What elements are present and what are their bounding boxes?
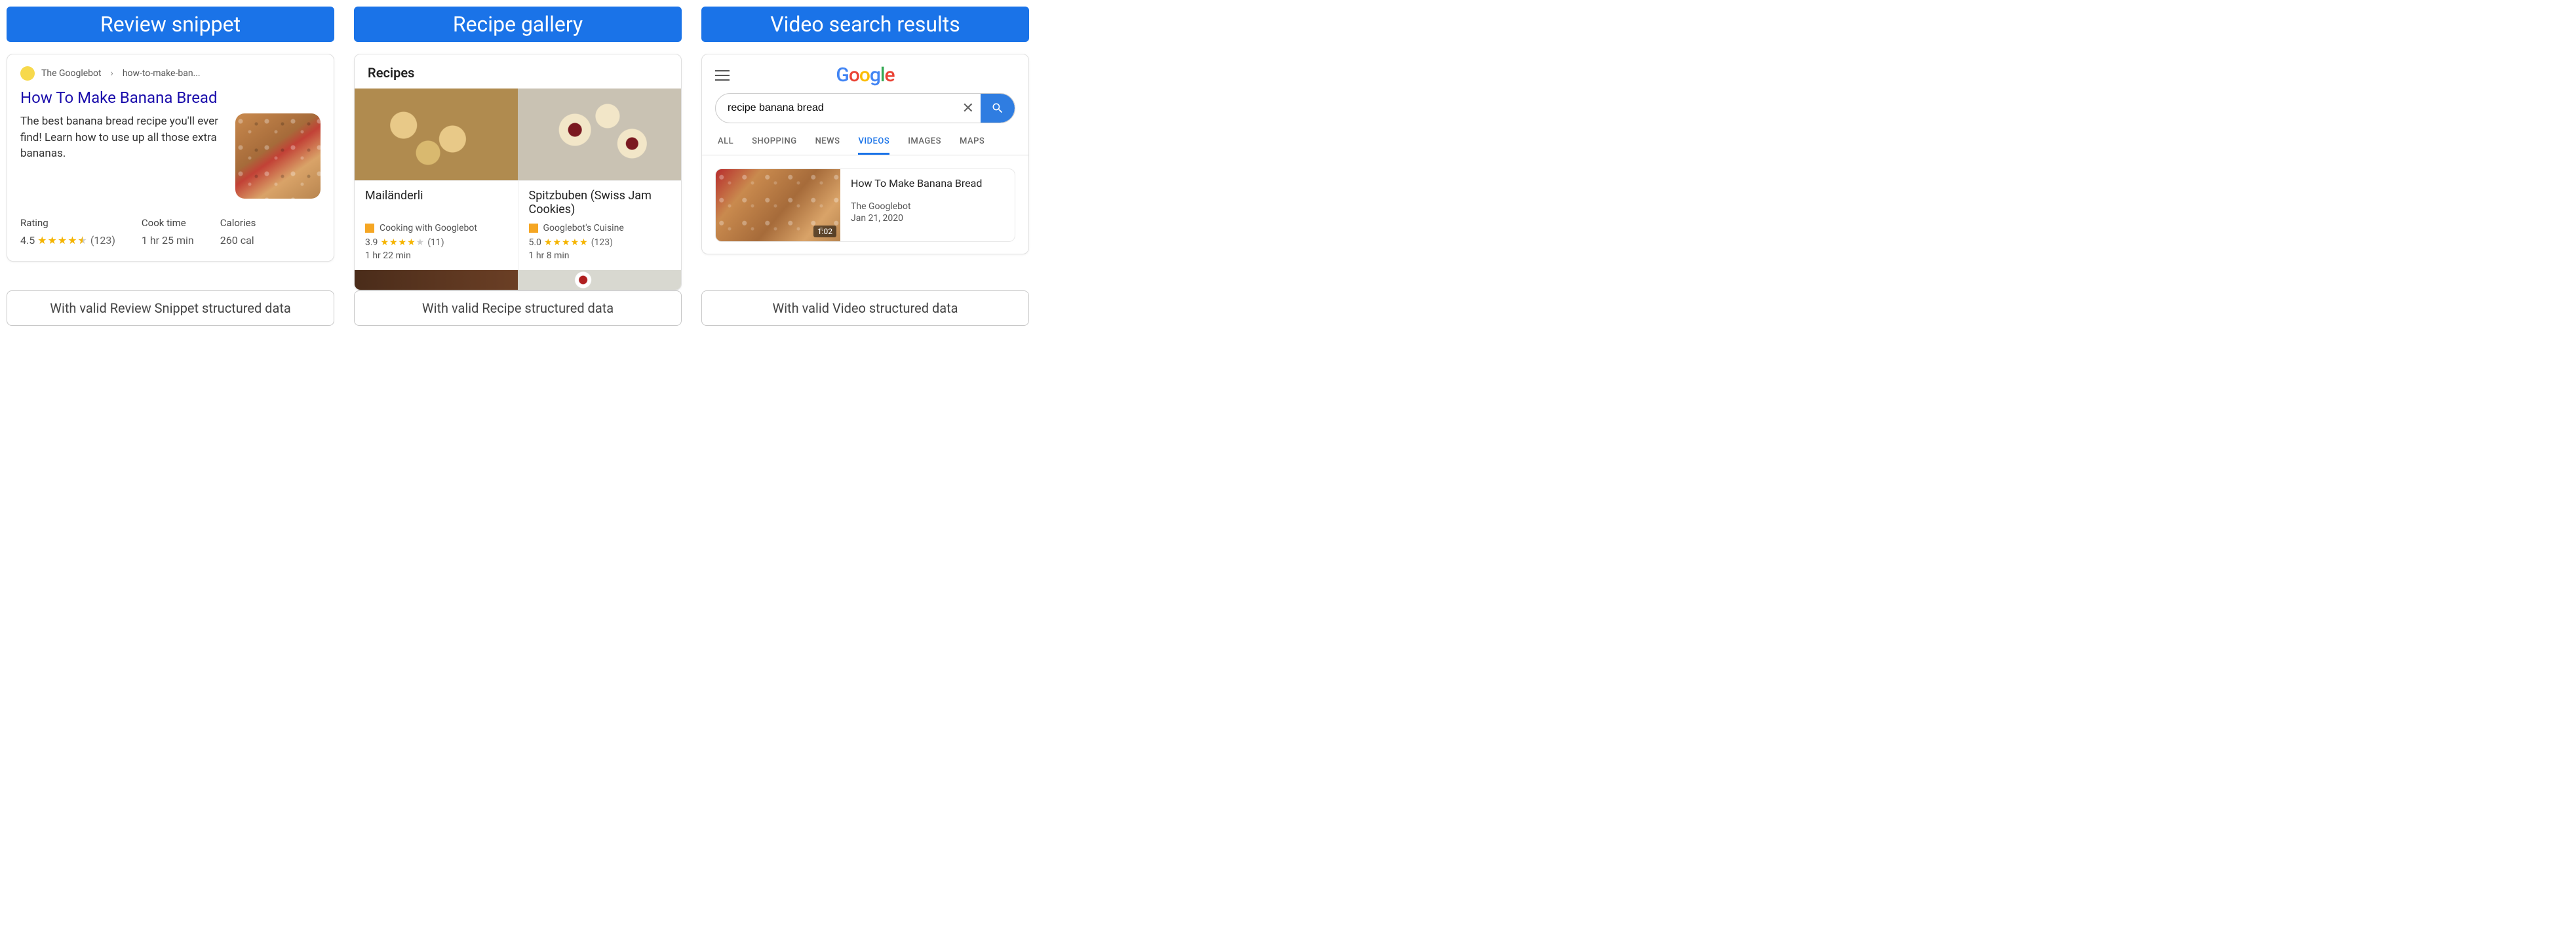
source-icon [529, 224, 538, 233]
rating-value: 4.5 ★★★★★ (123) [20, 234, 115, 247]
cooktime-label: Cook time [142, 217, 194, 229]
video-duration-badge: 1:02 [813, 226, 836, 237]
video-thumbnail: 1:02 [716, 169, 840, 241]
gallery-heading: Recipes [355, 54, 681, 89]
cooktime-value: 1 hr 25 min [142, 234, 194, 247]
search-icon [991, 102, 1004, 115]
tab-videos[interactable]: VIDEOS [858, 130, 889, 155]
video-banner: Video search results [701, 7, 1029, 42]
tab-maps[interactable]: MAPS [960, 130, 985, 155]
recipe-card-0[interactable]: Mailänderli Cooking with Googlebot 3.9 ★… [355, 180, 518, 270]
recipe-gallery-card: Recipes Mailänderli Cooking with Googleb… [354, 54, 682, 290]
video-footer-note: With valid Video structured data [701, 290, 1029, 326]
video-date: Jan 21, 2020 [851, 213, 1004, 224]
calories-value: 260 cal [220, 234, 256, 247]
search-button[interactable] [981, 94, 1015, 123]
clear-icon[interactable]: ✕ [956, 100, 981, 117]
tab-images[interactable]: IMAGES [908, 130, 941, 155]
search-tabs: ALL SHOPPING NEWS VIDEOS IMAGES MAPS [702, 130, 1028, 155]
review-snippet-column: Review snippet The Googlebot › how-to-ma… [7, 7, 334, 326]
recipe-gallery-column: Recipe gallery Recipes Mailänderli Cooki… [354, 7, 682, 326]
rating-label: Rating [20, 217, 115, 229]
gallery-peek-strip [355, 270, 681, 290]
site-favicon [20, 66, 35, 81]
gallery-row: Mailänderli Cooking with Googlebot 3.9 ★… [355, 180, 681, 270]
review-banner: Review snippet [7, 7, 334, 42]
review-snippet-card[interactable]: The Googlebot › how-to-make-ban... How T… [7, 54, 334, 262]
google-logo: Google [730, 64, 1001, 87]
tab-shopping[interactable]: SHOPPING [752, 130, 796, 155]
recipe-time: 1 hr 22 min [365, 250, 507, 261]
breadcrumb-path: how-to-make-ban... [123, 68, 201, 79]
breadcrumb: The Googlebot › how-to-make-ban... [20, 66, 321, 81]
recipe-image-0[interactable] [355, 89, 518, 180]
search-input[interactable] [716, 102, 956, 114]
calories-label: Calories [220, 217, 256, 229]
video-search-card: Google ✕ ALL SHOPPING NEWS VIDEOS IMAGES… [701, 54, 1029, 254]
video-source: The Googlebot [851, 201, 1004, 212]
gallery-banner: Recipe gallery [354, 7, 682, 42]
video-title: How To Make Banana Bread [851, 177, 1004, 189]
breadcrumb-separator: › [111, 68, 113, 79]
recipe-card-1[interactable]: Spitzbuben (Swiss Jam Cookies) Googlebot… [518, 180, 682, 270]
recipe-source: Googlebot's Cuisine [529, 223, 671, 233]
star-icons: ★★★★★ [37, 234, 88, 247]
result-description: The best banana bread recipe you'll ever… [20, 113, 224, 199]
gallery-footer-note: With valid Recipe structured data [354, 290, 682, 326]
recipe-rating: 5.0 ★★★★★ (123) [529, 237, 671, 248]
video-results-column: Video search results Google ✕ ALL SHOPPI… [701, 7, 1029, 326]
result-meta: Rating 4.5 ★★★★★ (123) Cook time 1 hr 25… [20, 217, 321, 247]
recipe-name: Mailänderli [365, 189, 507, 218]
breadcrumb-site: The Googlebot [41, 68, 102, 79]
recipe-rating: 3.9 ★★★★★ (11) [365, 237, 507, 248]
tab-all[interactable]: ALL [718, 130, 733, 155]
recipe-image-1[interactable] [518, 89, 681, 180]
recipe-source: Cooking with Googlebot [365, 223, 507, 233]
gallery-image-strip [355, 89, 681, 180]
recipe-name: Spitzbuben (Swiss Jam Cookies) [529, 189, 671, 218]
search-bar: ✕ [715, 93, 1015, 123]
result-title-link[interactable]: How To Make Banana Bread [20, 89, 321, 107]
source-icon [365, 224, 374, 233]
tab-news[interactable]: NEWS [815, 130, 840, 155]
review-footer-note: With valid Review Snippet structured dat… [7, 290, 334, 326]
video-result-card[interactable]: 1:02 How To Make Banana Bread The Google… [715, 168, 1015, 242]
menu-icon[interactable] [715, 70, 730, 81]
recipe-time: 1 hr 8 min [529, 250, 671, 261]
result-thumbnail [235, 113, 321, 199]
